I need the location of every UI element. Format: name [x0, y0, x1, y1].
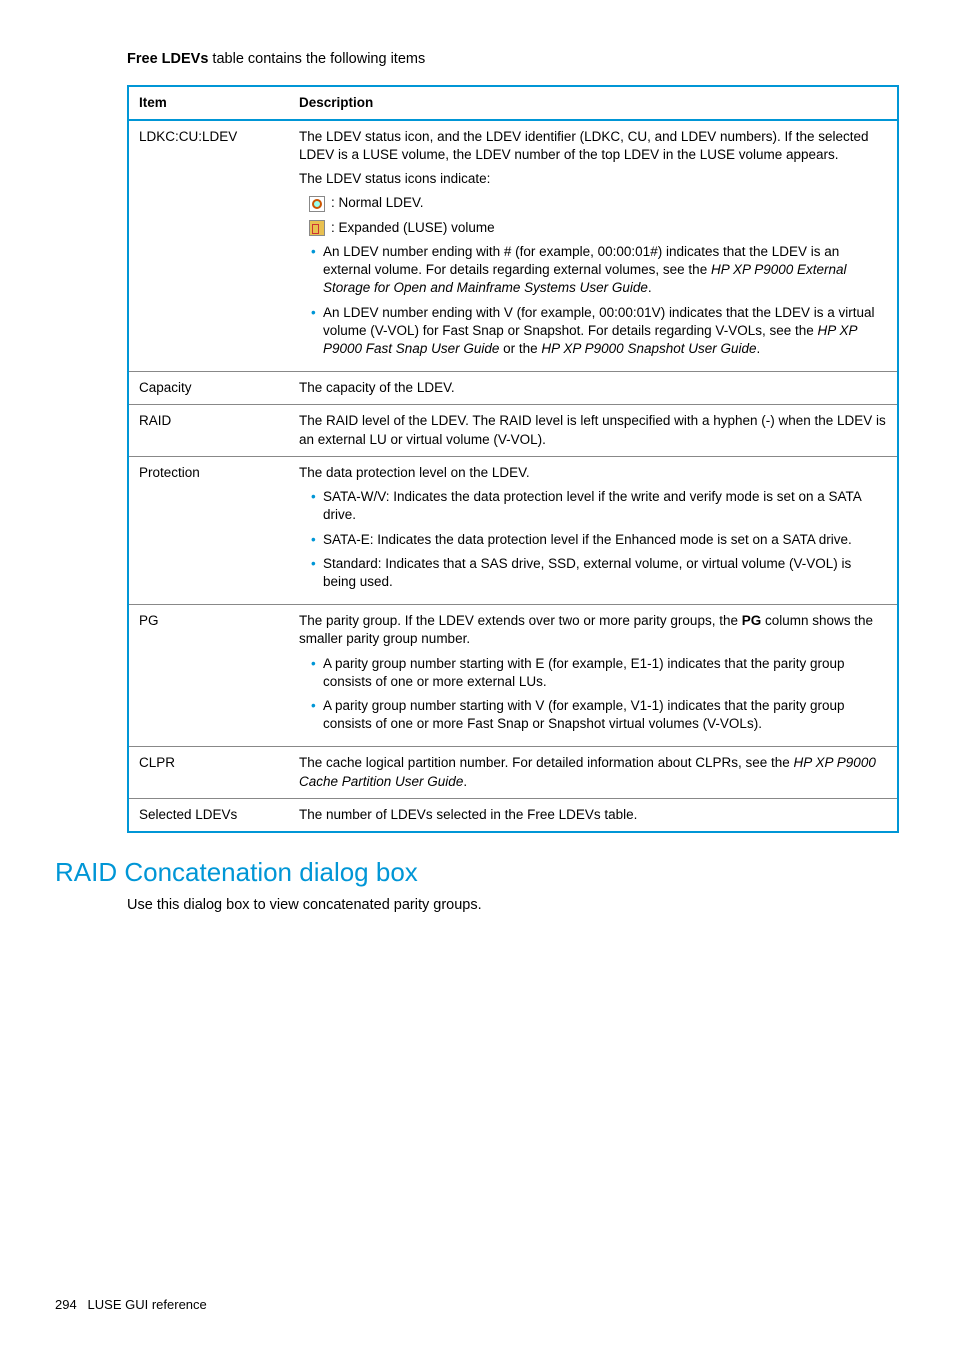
- bullet-list: An LDEV number ending with # (for exampl…: [299, 243, 887, 358]
- intro-text: Free LDEVs table contains the following …: [127, 50, 899, 70]
- cell-desc: The data protection level on the LDEV. S…: [289, 456, 898, 604]
- table-row: Protection The data protection level on …: [128, 456, 898, 604]
- list-item: An LDEV number ending with V (for exampl…: [311, 304, 887, 359]
- table-row: Capacity The capacity of the LDEV.: [128, 372, 898, 405]
- desc-para: The data protection level on the LDEV.: [299, 464, 887, 482]
- page-footer: 294 LUSE GUI reference: [55, 1296, 899, 1314]
- header-description: Description: [289, 86, 898, 120]
- icon-label: : Expanded (LUSE) volume: [331, 219, 495, 237]
- table-row: CLPR The cache logical partition number.…: [128, 747, 898, 798]
- table-row: LDKC:CU:LDEV The LDEV status icon, and t…: [128, 120, 898, 372]
- list-item: A parity group number starting with V (f…: [311, 697, 887, 733]
- intro-rest: table contains the following items: [208, 51, 425, 67]
- cell-item: LDKC:CU:LDEV: [128, 120, 289, 372]
- doc-ref: HP XP P9000 Snapshot User Guide: [541, 341, 756, 356]
- table-row: RAID The RAID level of the LDEV. The RAI…: [128, 405, 898, 456]
- icon-line: : Normal LDEV.: [309, 194, 887, 212]
- list-item: SATA-E: Indicates the data protection le…: [311, 531, 887, 549]
- desc-para: The LDEV status icon, and the LDEV ident…: [299, 128, 887, 164]
- cell-desc: The cache logical partition number. For …: [289, 747, 898, 798]
- cell-desc: The RAID level of the LDEV. The RAID lev…: [289, 405, 898, 456]
- cell-item: CLPR: [128, 747, 289, 798]
- expanded-luse-icon: [309, 220, 325, 236]
- table-row: Selected LDEVs The number of LDEVs selec…: [128, 798, 898, 832]
- cell-item: Protection: [128, 456, 289, 604]
- cell-desc: The LDEV status icon, and the LDEV ident…: [289, 120, 898, 372]
- section-heading: RAID Concatenation dialog box: [55, 855, 899, 890]
- free-ldevs-table: Item Description LDKC:CU:LDEV The LDEV s…: [127, 85, 899, 834]
- page-number: 294: [55, 1297, 77, 1312]
- table-row: PG The parity group. If the LDEV extends…: [128, 605, 898, 747]
- cell-desc: The number of LDEVs selected in the Free…: [289, 798, 898, 832]
- footer-label: LUSE GUI reference: [88, 1297, 207, 1312]
- section-body: Use this dialog box to view concatenated…: [127, 896, 899, 916]
- cell-item: Selected LDEVs: [128, 798, 289, 832]
- intro-bold: Free LDEVs: [127, 51, 208, 67]
- normal-ldev-icon: [309, 196, 325, 212]
- desc-para: The LDEV status icons indicate:: [299, 170, 887, 188]
- icon-label: : Normal LDEV.: [331, 194, 424, 212]
- header-item: Item: [128, 86, 289, 120]
- bullet-list: SATA-W/V: Indicates the data protection …: [299, 488, 887, 591]
- bullet-list: A parity group number starting with E (f…: [299, 655, 887, 734]
- list-item: A parity group number starting with E (f…: [311, 655, 887, 691]
- cell-item: RAID: [128, 405, 289, 456]
- list-item: Standard: Indicates that a SAS drive, SS…: [311, 555, 887, 591]
- list-item: An LDEV number ending with # (for exampl…: [311, 243, 887, 298]
- icon-line: : Expanded (LUSE) volume: [309, 219, 887, 237]
- list-item: SATA-W/V: Indicates the data protection …: [311, 488, 887, 524]
- cell-desc: The parity group. If the LDEV extends ov…: [289, 605, 898, 747]
- cell-desc: The capacity of the LDEV.: [289, 372, 898, 405]
- cell-item: Capacity: [128, 372, 289, 405]
- cell-item: PG: [128, 605, 289, 747]
- desc-para: The parity group. If the LDEV extends ov…: [299, 612, 887, 648]
